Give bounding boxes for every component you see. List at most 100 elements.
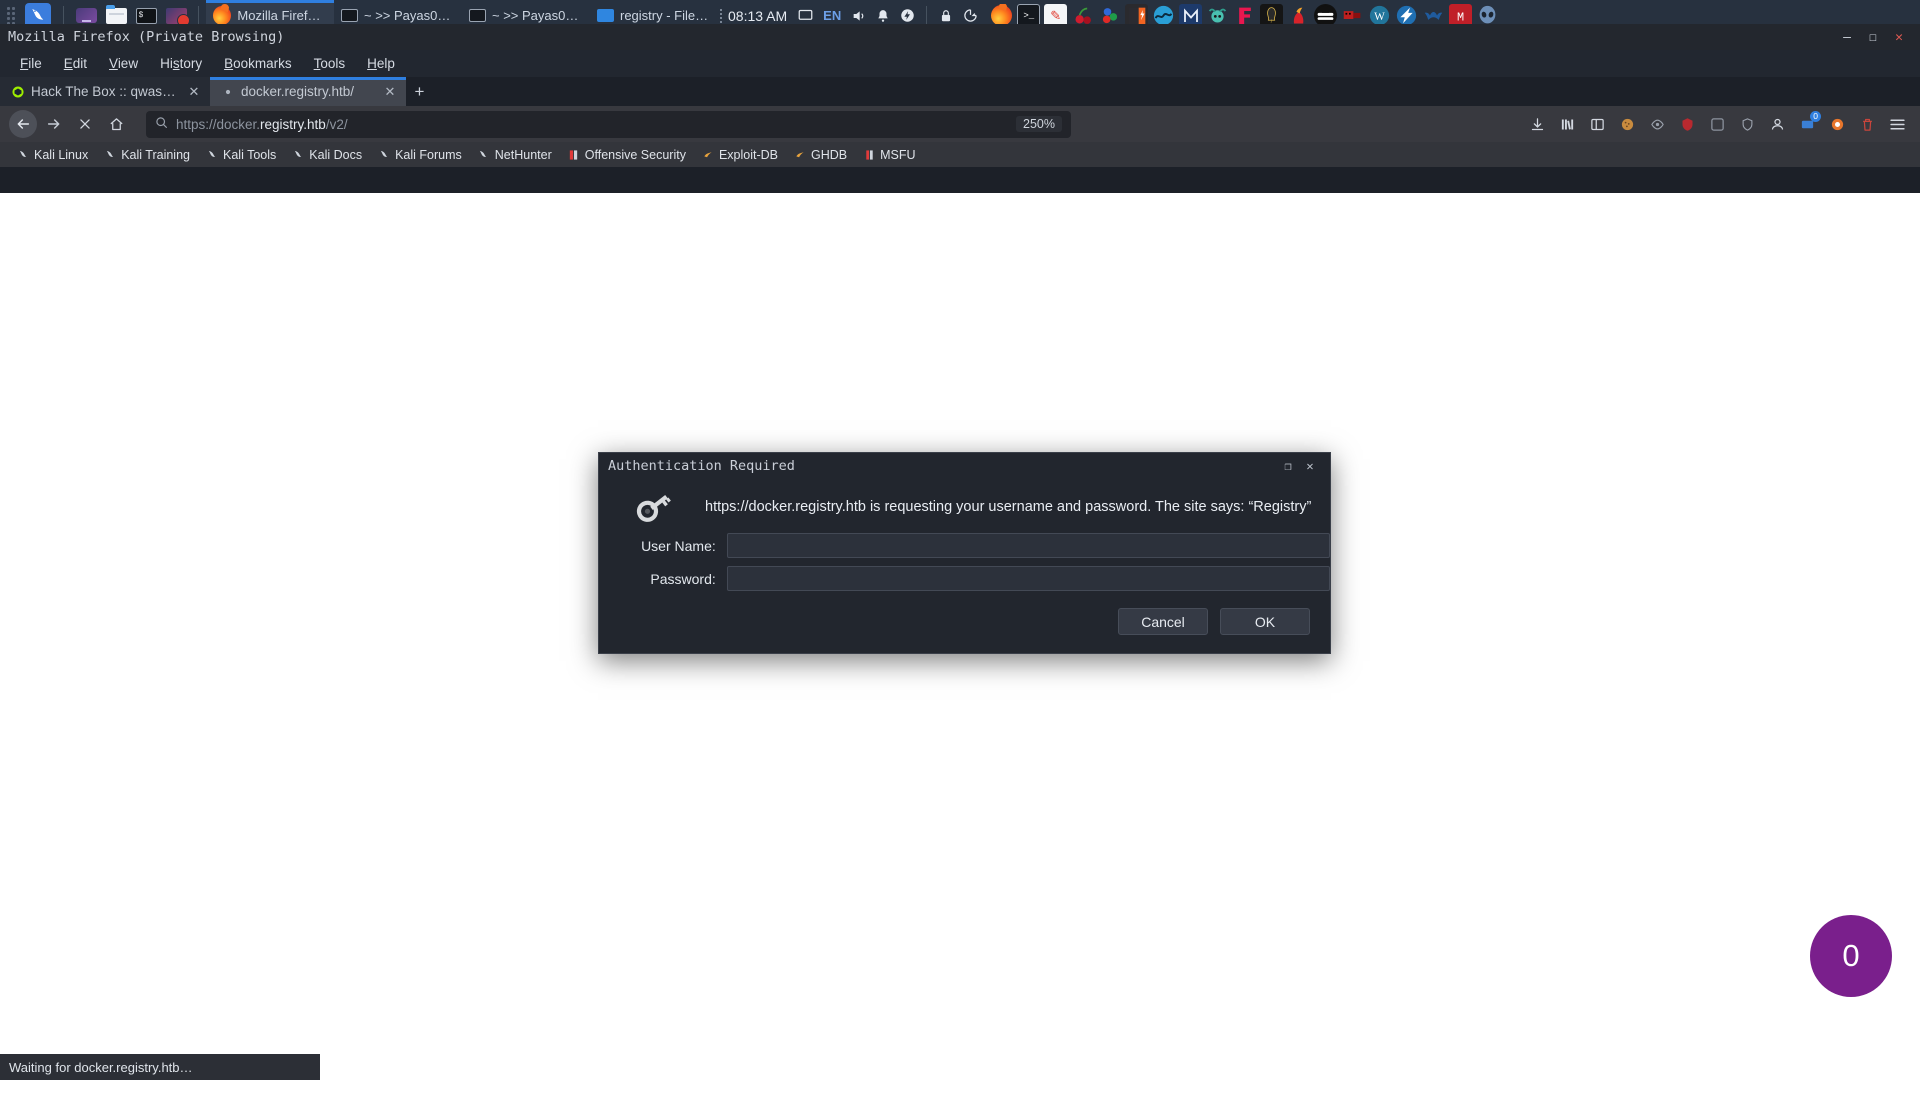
username-row: User Name: <box>632 529 1330 562</box>
floating-counter-badge[interactable]: 0 <box>1810 915 1892 997</box>
bookmark-kali-tools[interactable]: Kali Tools <box>198 146 284 164</box>
zoom-level-indicator[interactable]: 250% <box>1016 116 1062 132</box>
tab-close-icon[interactable]: ✕ <box>383 84 397 100</box>
ublock-icon[interactable] <box>1673 110 1701 138</box>
menu-bookmarks[interactable]: Bookmarks <box>213 53 303 74</box>
tray-divider <box>926 6 927 26</box>
menu-edit[interactable]: Edit <box>53 53 98 74</box>
folder-icon <box>597 9 614 22</box>
bookmark-label: Offensive Security <box>585 148 686 162</box>
tab-title: docker.registry.htb/ <box>241 84 376 99</box>
firefox-titlebar[interactable]: Mozilla Firefox (Private Browsing) – ☐ ✕ <box>0 24 1920 50</box>
username-field[interactable] <box>727 533 1330 558</box>
offsec-icon <box>568 149 580 161</box>
adblock-icon[interactable] <box>1703 110 1731 138</box>
bookmark-offensive-security[interactable]: Offensive Security <box>560 146 694 164</box>
extension-badge-count: 0 <box>1810 111 1821 122</box>
menu-view[interactable]: View <box>98 53 149 74</box>
bookmark-label: MSFU <box>880 148 915 162</box>
bookmark-ghdb[interactable]: GHDB <box>786 146 855 164</box>
account-icon[interactable] <box>1763 110 1791 138</box>
msfu-icon <box>863 149 875 161</box>
url-prefix: https://docker. <box>176 117 260 132</box>
maximize-button[interactable]: ☐ <box>1860 26 1886 48</box>
sidebars-icon[interactable] <box>1583 110 1611 138</box>
ghdb-icon <box>794 149 806 161</box>
keyboard-layout-indicator[interactable]: EN <box>817 8 847 23</box>
taskbar-clock[interactable]: 08:13 AM <box>722 8 793 24</box>
status-bar: Waiting for docker.registry.htb… <box>0 1054 320 1080</box>
bookmark-nethunter[interactable]: NetHunter <box>470 146 560 164</box>
bookmark-label: Kali Tools <box>223 148 276 162</box>
htb-icon <box>11 85 24 98</box>
library-icon[interactable] <box>1553 110 1581 138</box>
bookmark-msfu[interactable]: MSFU <box>855 146 923 164</box>
taskbar-window-label: ~ >> Payas0 … <box>364 8 453 23</box>
foxy-icon[interactable] <box>1823 110 1851 138</box>
bookmark-label: Kali Linux <box>34 148 88 162</box>
terminal-icon <box>469 9 486 22</box>
dialog-close-button[interactable]: ✕ <box>1299 459 1321 473</box>
navbar-right-icons: 0 <box>1523 110 1911 138</box>
downloads-icon[interactable] <box>1523 110 1551 138</box>
firefox-icon <box>213 6 231 25</box>
url-text[interactable]: https://docker.registry.htb/v2/ <box>176 117 1008 132</box>
ok-button[interactable]: OK <box>1220 608 1310 635</box>
url-path: /v2/ <box>326 117 348 132</box>
bookmark-kali-training[interactable]: Kali Training <box>96 146 198 164</box>
trash-icon[interactable] <box>1853 110 1881 138</box>
bookmark-exploit-db[interactable]: Exploit-DB <box>694 146 786 164</box>
dialog-maximize-button[interactable]: ❐ <box>1277 459 1299 473</box>
bookmark-kali-linux[interactable]: Kali Linux <box>9 146 96 164</box>
window-title: Mozilla Firefox (Private Browsing) <box>8 29 1834 45</box>
new-tab-button[interactable]: + <box>406 77 433 106</box>
svg-text:W: W <box>1374 11 1385 23</box>
shield-icon[interactable] <box>1733 110 1761 138</box>
bookmark-label: Exploit-DB <box>719 148 778 162</box>
back-button[interactable] <box>9 110 37 138</box>
menu-history[interactable]: History <box>149 53 213 74</box>
close-button[interactable]: ✕ <box>1886 26 1912 48</box>
password-row: Password: <box>632 562 1330 595</box>
url-bar[interactable]: https://docker.registry.htb/v2/ 250% <box>146 111 1071 138</box>
username-label: User Name: <box>632 538 716 554</box>
loading-icon <box>221 85 234 98</box>
forward-button[interactable] <box>40 110 68 138</box>
dialog-button-row: Cancel OK <box>599 595 1330 635</box>
taskbar-window-label: registry - File … <box>620 8 709 23</box>
bookmark-label: Kali Forums <box>395 148 462 162</box>
tab-hack-the-box[interactable]: Hack The Box :: qwas2zx9 ✕ <box>0 77 210 106</box>
search-icon <box>155 116 168 132</box>
container-icon[interactable]: 0 <box>1793 110 1821 138</box>
exploitdb-icon <box>702 149 714 161</box>
minimize-button[interactable]: – <box>1834 26 1860 48</box>
firefox-tabbar: Hack The Box :: qwas2zx9 ✕ docker.regist… <box>0 77 1920 106</box>
taskbar-window-label: ~ >> Payas0 … <box>492 8 581 23</box>
taskbar-window-label: Mozilla Firefo… <box>237 8 325 23</box>
home-button[interactable] <box>102 110 130 138</box>
dialog-message-text: https://docker.registry.htb is requestin… <box>705 499 1311 515</box>
dialog-titlebar[interactable]: Authentication Required ❐ ✕ <box>599 453 1330 479</box>
hamburger-menu-icon[interactable] <box>1883 110 1911 138</box>
menu-tools[interactable]: Tools <box>303 53 357 74</box>
terminal-icon <box>341 9 358 22</box>
tab-docker-registry[interactable]: docker.registry.htb/ ✕ <box>210 77 406 106</box>
menu-file[interactable]: File <box>9 53 53 74</box>
cancel-button[interactable]: Cancel <box>1118 608 1208 635</box>
svg-text:M: M <box>1457 10 1464 24</box>
nospy-icon[interactable] <box>1643 110 1671 138</box>
stop-loading-button[interactable] <box>71 110 99 138</box>
bookmark-kali-docs[interactable]: Kali Docs <box>284 146 370 164</box>
tab-close-icon[interactable]: ✕ <box>187 84 201 100</box>
kali-dragon-icon <box>206 149 218 161</box>
cookie-icon[interactable] <box>1613 110 1641 138</box>
dialog-title: Authentication Required <box>608 458 1277 474</box>
kali-dragon-icon <box>292 149 304 161</box>
firefox-navbar: https://docker.registry.htb/v2/ 250% <box>0 106 1920 142</box>
password-field[interactable] <box>727 566 1330 591</box>
bookmark-label: Kali Docs <box>309 148 362 162</box>
bookmark-label: Kali Training <box>121 148 190 162</box>
menu-help[interactable]: Help <box>356 53 406 74</box>
bookmark-kali-forums[interactable]: Kali Forums <box>370 146 470 164</box>
url-host: registry.htb <box>260 117 326 132</box>
